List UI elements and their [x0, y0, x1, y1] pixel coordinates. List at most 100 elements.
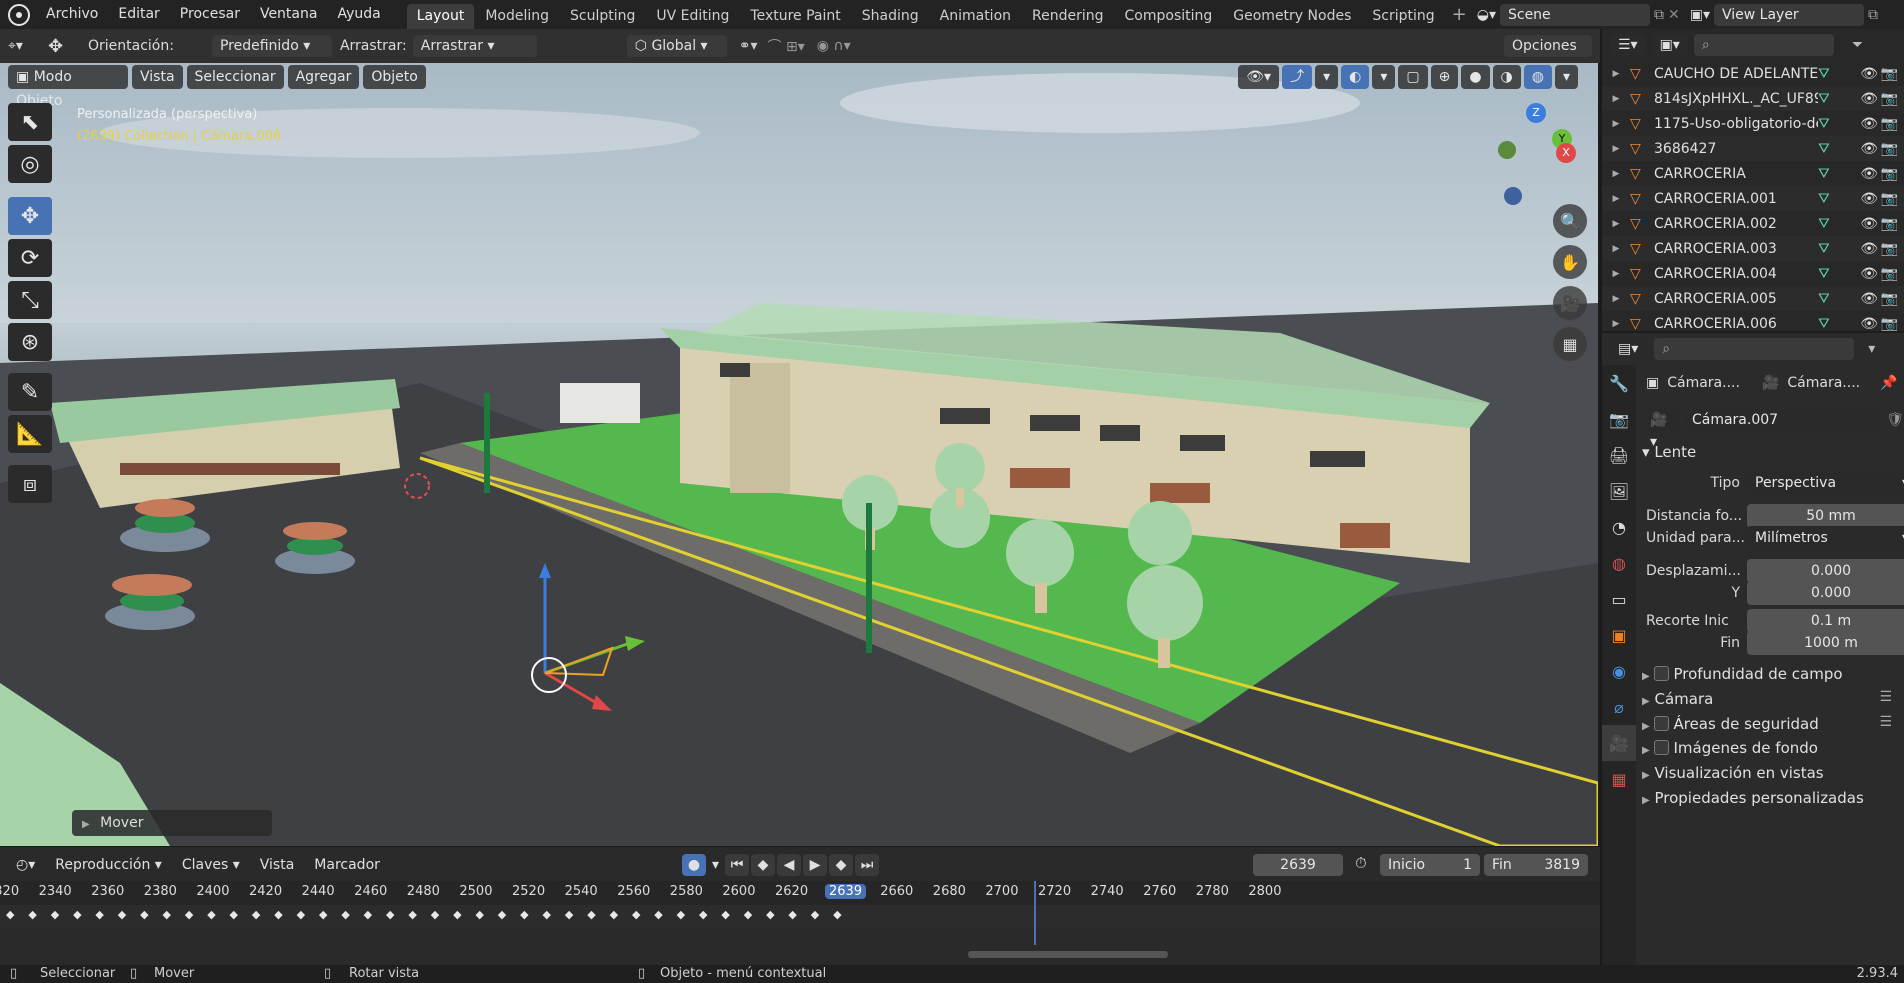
visibility-eye-icon[interactable]: 👁 [1860, 166, 1878, 182]
visibility-eye-icon[interactable]: 👁 [1860, 266, 1878, 282]
safe-areas-section[interactable]: ▶ Áreas de seguridad [1642, 715, 1819, 733]
visibility-eye-icon[interactable]: 👁 [1860, 316, 1878, 332]
playback-menu[interactable]: Reproducción ▾ [47, 854, 170, 876]
playhead[interactable] [1034, 881, 1036, 945]
expand-arrow-icon[interactable]: ▶ [1602, 319, 1630, 329]
menu-ayuda[interactable]: Ayuda [327, 0, 390, 29]
outliner-item[interactable]: ▶ ▽ 814sJXpHHXL._AC_UF894 ⛛ 👁 📷 [1602, 86, 1904, 111]
copy-view-layer-icon[interactable]: ⧉ [1868, 7, 1878, 23]
blender-logo-icon[interactable] [8, 3, 30, 26]
collection-tab-icon[interactable]: ▭ [1602, 581, 1636, 617]
expand-arrow-icon[interactable]: ▶ [1602, 169, 1630, 179]
gizmo-neg-y-icon[interactable] [1498, 141, 1516, 159]
pivot-icon[interactable]: ⚭▾ [739, 38, 758, 54]
auto-key-icon[interactable]: ● [682, 854, 706, 876]
xray-icon[interactable]: ▢ [1398, 65, 1428, 89]
visibility-eye-icon[interactable]: 👁 [1860, 291, 1878, 307]
proportional-edit-icon[interactable]: ◉ ∩▾ [817, 38, 851, 54]
render-camera-icon[interactable]: 📷 [1881, 316, 1898, 332]
add-workspace-icon[interactable]: + [1452, 4, 1467, 25]
measure-tool-icon[interactable]: 📐 [8, 415, 52, 453]
keyframe-diamond[interactable]: ◆ [744, 908, 752, 921]
object-tab-icon[interactable]: ▣ [1602, 617, 1636, 653]
render-camera-icon[interactable]: 📷 [1881, 116, 1898, 132]
gizmo-dropdown-icon[interactable]: ▾ [1315, 65, 1339, 89]
tab-animation[interactable]: Animation [930, 4, 1021, 29]
timeline-scrollbar[interactable] [968, 951, 1168, 958]
outliner-item[interactable]: ▶ ▽ CARROCERIA.002 ⛛ 👁 📷 [1602, 211, 1904, 236]
view-layer-field[interactable]: View Layer [1713, 3, 1864, 26]
visibility-eye-icon[interactable]: 👁 [1860, 141, 1878, 157]
safe-areas-presets-icon[interactable]: ☰ [1879, 714, 1892, 730]
zoom-icon[interactable]: 🔍 [1553, 204, 1587, 238]
outliner-item[interactable]: ▶ ▽ CARROCERIA.003 ⛛ 👁 📷 [1602, 236, 1904, 261]
shift-x-field[interactable]: 0.000 [1747, 559, 1904, 583]
expand-arrow-icon[interactable]: ▶ [1602, 294, 1630, 304]
frame-ruler[interactable]: 2320 2340 2360 2380 2400 2420 2440 2460 2480 2500… [0, 881, 1600, 905]
tab-rendering[interactable]: Rendering [1022, 4, 1114, 29]
visibility-eye-icon[interactable]: 👁 [1860, 191, 1878, 207]
keyframe-diamond[interactable]: ◆ [140, 908, 148, 921]
tab-layout[interactable]: Layout [406, 4, 475, 29]
keyframe-diamond[interactable]: ◆ [207, 908, 215, 921]
render-camera-icon[interactable]: 📷 [1881, 166, 1898, 182]
keyframe-diamond[interactable]: ◆ [453, 908, 461, 921]
keyframe-diamond[interactable]: ◆ [543, 908, 551, 921]
transform-space-dropdown[interactable]: ⬡ Global ▾ [626, 35, 727, 57]
keyframe-diamond[interactable]: ◆ [498, 908, 506, 921]
expand-arrow-icon[interactable]: ▶ [1602, 94, 1630, 104]
copy-scene-icon[interactable]: ⧉ [1654, 7, 1664, 23]
scene-tab-icon[interactable]: ◔ [1602, 509, 1636, 545]
gizmo-x-icon[interactable]: X [1556, 143, 1576, 163]
object-context-name[interactable]: Cámara.... [1667, 375, 1740, 391]
render-camera-icon[interactable]: 📷 [1881, 266, 1898, 282]
camera-presets-icon[interactable]: ☰ [1879, 689, 1892, 705]
keyframe-diamond[interactable]: ◆ [28, 908, 36, 921]
pan-hand-icon[interactable]: ✋ [1553, 245, 1587, 279]
custom-properties-section[interactable]: ▶ Propiedades personalizadas [1642, 789, 1864, 807]
view-layer-tab-icon[interactable]: 🖼 [1602, 473, 1636, 509]
solid-shading-icon[interactable]: ● [1461, 65, 1490, 89]
camera-datablock-field[interactable]: Cámara.007 [1683, 409, 1881, 431]
keyframe-diamond[interactable]: ◆ [185, 908, 193, 921]
menu-agregar[interactable]: Agregar [287, 65, 360, 89]
keyframe-track[interactable]: ◆ ◆ ◆ ◆ ◆ ◆ ◆ ◆ ◆ ◆ ◆ ◆ ◆ ◆ ◆ ◆ ◆ ◆ ◆ ◆ ◆ ◆ ◆ ◆ ◆ ◆ ◆ ◆ ◆ ◆ ◆ ◆ ◆ ◆ ◆ ◆ ◆ ◆ [0, 905, 1600, 929]
world-tab-icon[interactable]: ◍ [1602, 545, 1636, 581]
expand-arrow-icon[interactable]: ▶ [1602, 69, 1630, 79]
keyframe-diamond[interactable]: ◆ [162, 908, 170, 921]
keyframe-diamond[interactable]: ◆ [118, 908, 126, 921]
rendered-shading-icon[interactable]: ◍ [1523, 65, 1552, 89]
annotate-tool-icon[interactable]: ✎ [8, 373, 52, 411]
clip-end-field[interactable]: 1000 m [1747, 631, 1904, 655]
menu-procesar[interactable]: Procesar [170, 0, 250, 29]
expand-arrow-icon[interactable]: ▶ [1602, 244, 1630, 254]
last-operator-panel[interactable]: ▶ Mover [72, 810, 272, 836]
options-dropdown[interactable]: Opciones ▾ [1504, 35, 1592, 76]
camera-type-dropdown[interactable]: Perspectiva ▾ [1747, 471, 1904, 495]
prev-keyframe-icon[interactable]: ◆ [751, 854, 776, 876]
keyframe-diamond[interactable]: ◆ [408, 908, 416, 921]
keyframe-diamond[interactable]: ◆ [520, 908, 528, 921]
keyframe-diamond[interactable]: ◆ [364, 908, 372, 921]
play-icon[interactable]: ▶ [803, 854, 828, 876]
jump-end-icon[interactable]: ⏭ [855, 854, 880, 876]
tool-tab-icon[interactable]: 🔧 [1602, 365, 1636, 401]
keyframe-diamond[interactable]: ◆ [95, 908, 103, 921]
keyframe-diamond[interactable]: ◆ [654, 908, 662, 921]
outliner-item[interactable]: ▶ ▽ CARROCERIA.001 ⛛ 👁 📷 [1602, 186, 1904, 211]
cursor-tool-icon[interactable]: ◎ [8, 145, 52, 183]
keyframe-diamond[interactable]: ◆ [587, 908, 595, 921]
render-camera-icon[interactable]: 📷 [1881, 66, 1898, 82]
keyframe-diamond[interactable]: ◆ [274, 908, 282, 921]
lens-section-header[interactable]: ▾ Lente [1642, 443, 1696, 461]
transform-tool-icon[interactable]: ⌖▾ [8, 38, 48, 54]
end-frame-field[interactable]: Fin 3819 [1484, 854, 1588, 876]
properties-search-icon[interactable]: ⌕ [1654, 338, 1855, 360]
tab-uv-editing[interactable]: UV Editing [646, 4, 739, 29]
expand-arrow-icon[interactable]: ▶ [1602, 269, 1630, 279]
render-camera-icon[interactable]: 📷 [1881, 241, 1898, 257]
editor-type-icon[interactable]: ◴▾ [8, 854, 44, 876]
tab-sculpting[interactable]: Sculpting [560, 4, 645, 29]
move-tool-button-icon[interactable]: ✥ [8, 197, 52, 235]
gizmo-z-icon[interactable]: Z [1526, 103, 1546, 123]
